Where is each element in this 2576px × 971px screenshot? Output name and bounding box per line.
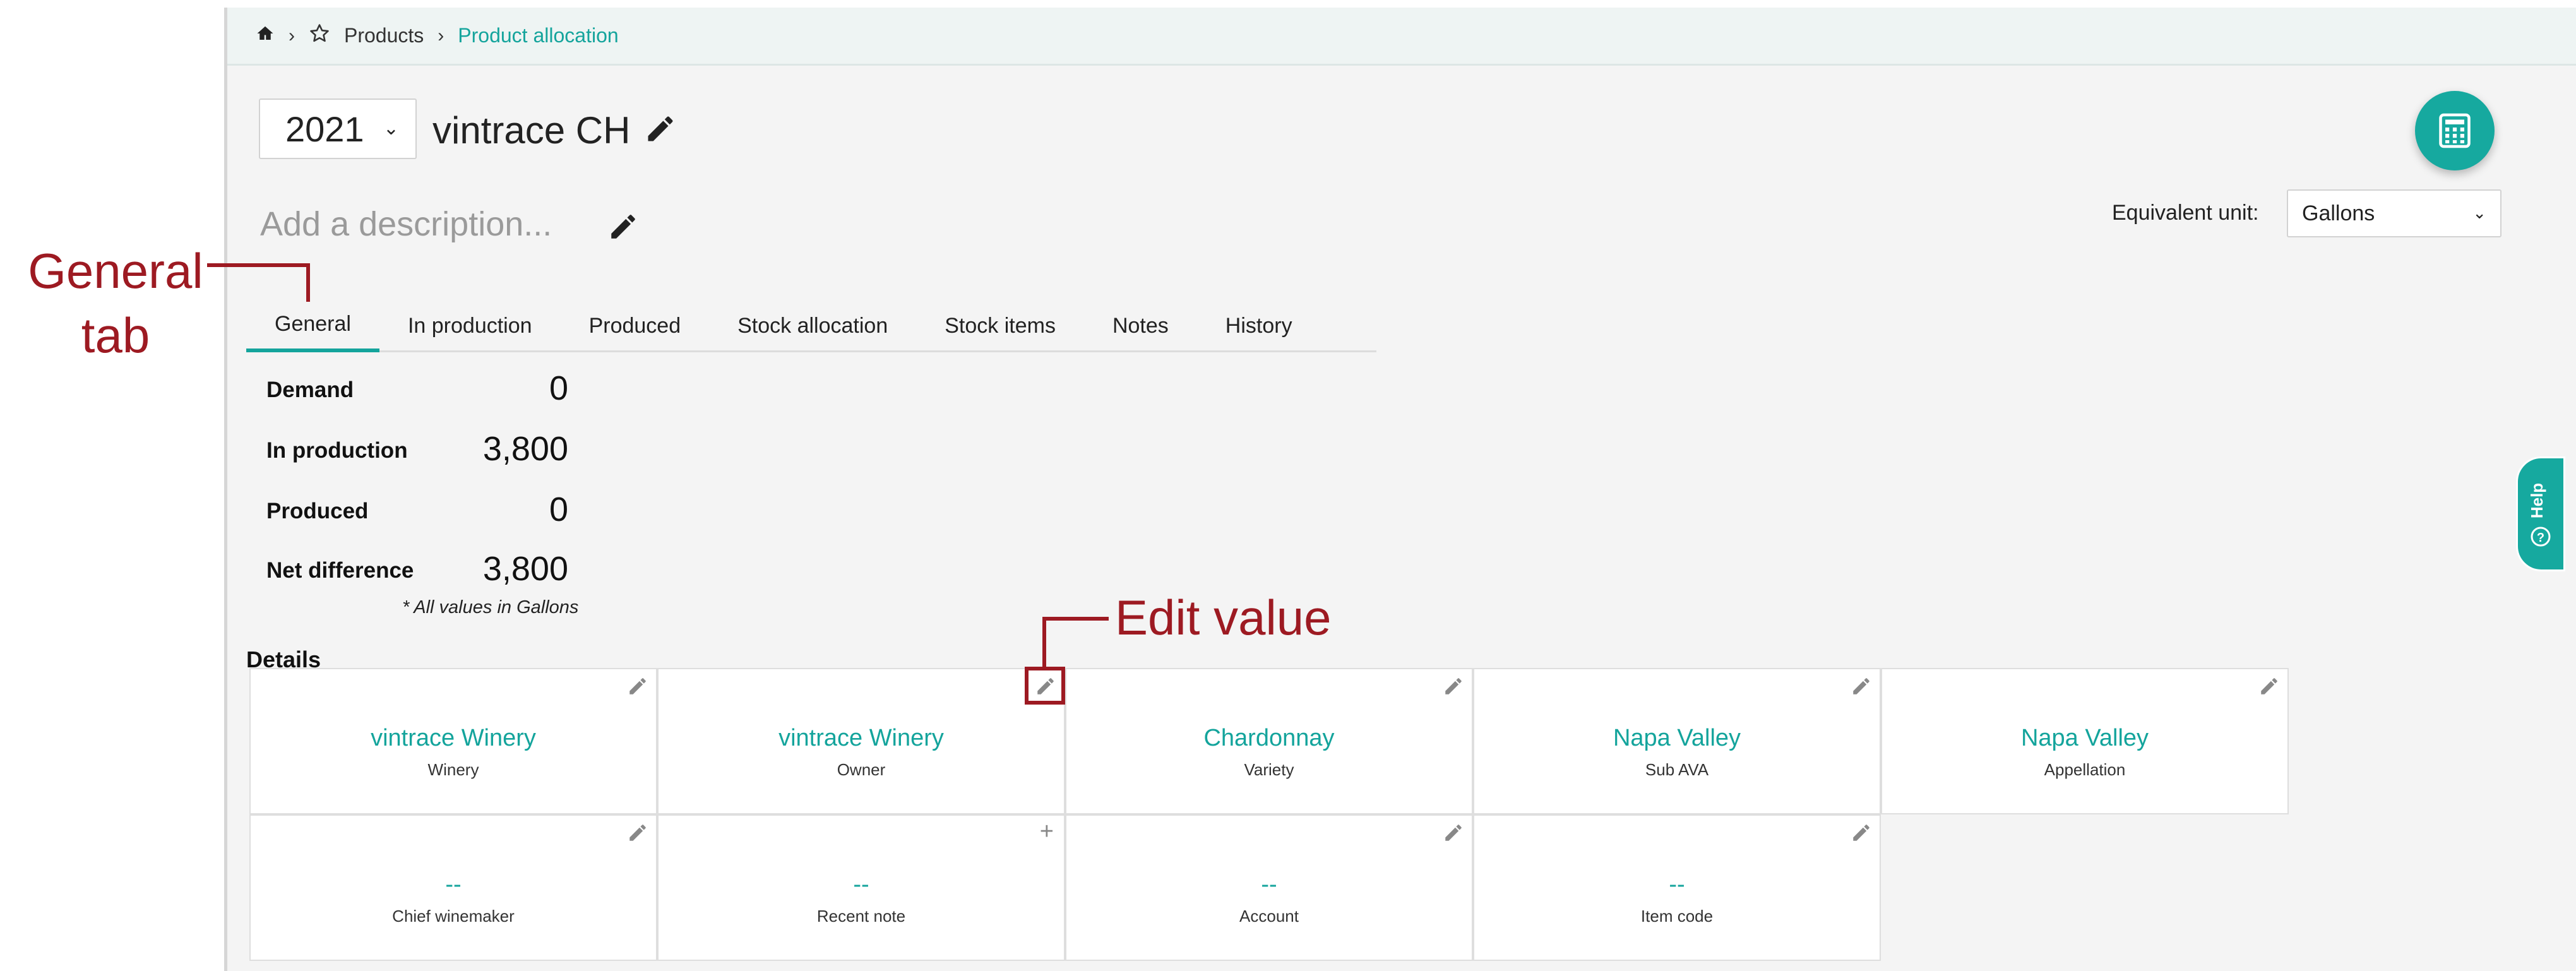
annotation-lines — [0, 0, 2576, 971]
annotation-edit-value: Edit value — [1115, 589, 1332, 646]
